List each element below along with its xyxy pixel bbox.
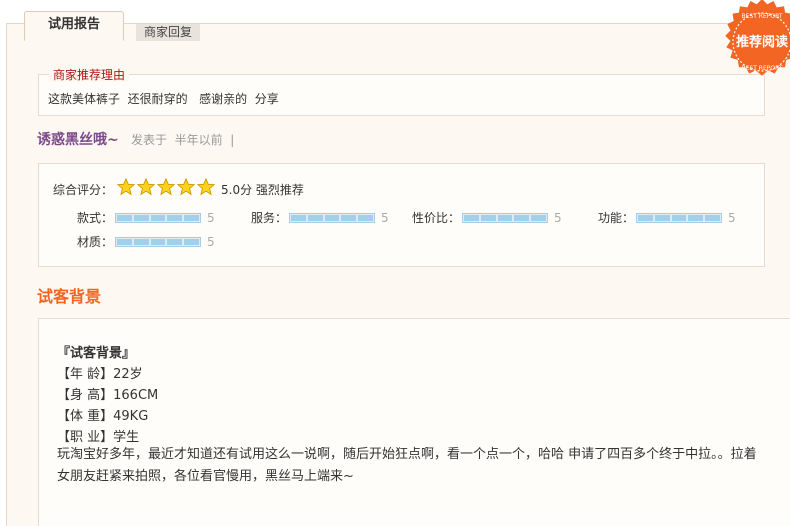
background-job: 【职 业】学生 <box>57 430 140 445</box>
rating-bar-segment <box>133 214 149 221</box>
star-icon <box>177 178 195 196</box>
star-icon <box>137 178 155 196</box>
overall-rating-label: 综合评分： <box>53 183 114 197</box>
star-icon <box>157 178 175 196</box>
rating-bar-segment <box>324 214 340 221</box>
rating-bar-segment <box>688 214 704 221</box>
rating-bar-segment <box>167 238 183 245</box>
rating-bar-segment <box>341 214 357 221</box>
rating-bar-segment <box>497 214 513 221</box>
rating-item-label: 款式： <box>77 211 114 225</box>
rating-item-label: 材质： <box>77 235 114 249</box>
star-icon <box>117 178 135 196</box>
rating-bar <box>289 212 376 223</box>
author-name[interactable]: 诱惑黑丝哦~ <box>37 129 119 149</box>
rating-item-value: 5 <box>381 210 389 225</box>
report-content: 『试客背景』 【年 龄】22岁 【身 高】166CM 【体 重】49KG 【职 … <box>38 318 790 526</box>
rating-item-function: 功能： 5 <box>598 209 736 226</box>
background-heading: 『试客背景』 <box>57 346 136 361</box>
rating-bar <box>462 212 549 223</box>
rating-bar-segment <box>150 238 166 245</box>
rating-bar <box>115 236 202 247</box>
rating-bar-segment <box>167 214 183 221</box>
reason-title: 商家推荐理由 <box>49 68 130 82</box>
background-age: 【年 龄】22岁 <box>57 367 143 382</box>
rating-item-label: 功能： <box>598 211 635 225</box>
rating-bar-segment <box>117 214 132 221</box>
rating-bar-segment <box>654 214 670 221</box>
rating-bar-segment <box>133 238 149 245</box>
best-report-badge: BEST REPORT 推荐阅读 BEST REPORT <box>725 0 790 76</box>
tab-trial-report[interactable]: 试用报告 <box>24 11 124 41</box>
rating-item-label: 性价比： <box>412 211 461 225</box>
rating-item-material: 材质： 5 <box>77 233 215 250</box>
rating-bar-segment <box>480 214 496 221</box>
rating-bar-segment <box>464 214 479 221</box>
report-paragraph: 玩淘宝好多年，最近才知道还有试用这么一说啊，随后开始狂点啊，看一个点一个，哈哈 … <box>57 447 757 484</box>
rating-item-value: 5 <box>554 210 562 225</box>
rating-item-service: 服务： 5 <box>251 209 389 226</box>
rating-bar-segment <box>671 214 687 221</box>
rating-bar-segment <box>117 238 132 245</box>
rating-box: 综合评分： 5.0分 强烈推荐 款式： 5 服务： 5 性价比： 5 功能： 5… <box>38 163 765 267</box>
rating-bar <box>636 212 723 223</box>
badge-main-text: 推荐阅读 <box>736 34 788 50</box>
rating-bar-segment <box>184 238 199 245</box>
rating-item-value-for-money: 性价比： 5 <box>412 209 562 226</box>
tester-background-title: 试客背景 <box>37 287 102 306</box>
rating-bar-segment <box>638 214 653 221</box>
post-meta: 发表于 半年以前 | <box>131 133 235 147</box>
star-rating <box>117 178 215 196</box>
tab-merchant-reply[interactable]: 商家回复 <box>136 24 200 41</box>
rating-item-value: 5 <box>207 210 215 225</box>
rating-bar-segment <box>291 214 306 221</box>
badge-bottom-text: BEST REPORT <box>742 65 783 72</box>
reason-text: 这款美体裤子 还很耐穿的 感谢亲的 分享 <box>48 92 279 106</box>
rating-bar-segment <box>705 214 720 221</box>
background-height: 【身 高】166CM <box>57 388 159 403</box>
background-weight: 【体 重】49KG <box>57 409 149 424</box>
rating-item-label: 服务： <box>251 211 288 225</box>
rating-bar-segment <box>184 214 199 221</box>
rating-bar-segment <box>150 214 166 221</box>
rating-bar-segment <box>358 214 373 221</box>
rating-item-style: 款式： 5 <box>77 209 215 226</box>
merchant-reason-box: 商家推荐理由 这款美体裤子 还很耐穿的 感谢亲的 分享 <box>38 68 765 116</box>
rating-bar-segment <box>307 214 323 221</box>
rating-item-value: 5 <box>728 210 736 225</box>
overall-rating-value: 5.0分 强烈推荐 <box>221 183 304 197</box>
badge-top-text: BEST REPORT <box>742 13 783 20</box>
rating-item-value: 5 <box>207 234 215 249</box>
rating-bar <box>115 212 202 223</box>
rating-bar-segment <box>514 214 530 221</box>
rating-bar-segment <box>531 214 546 221</box>
star-icon <box>197 178 215 196</box>
